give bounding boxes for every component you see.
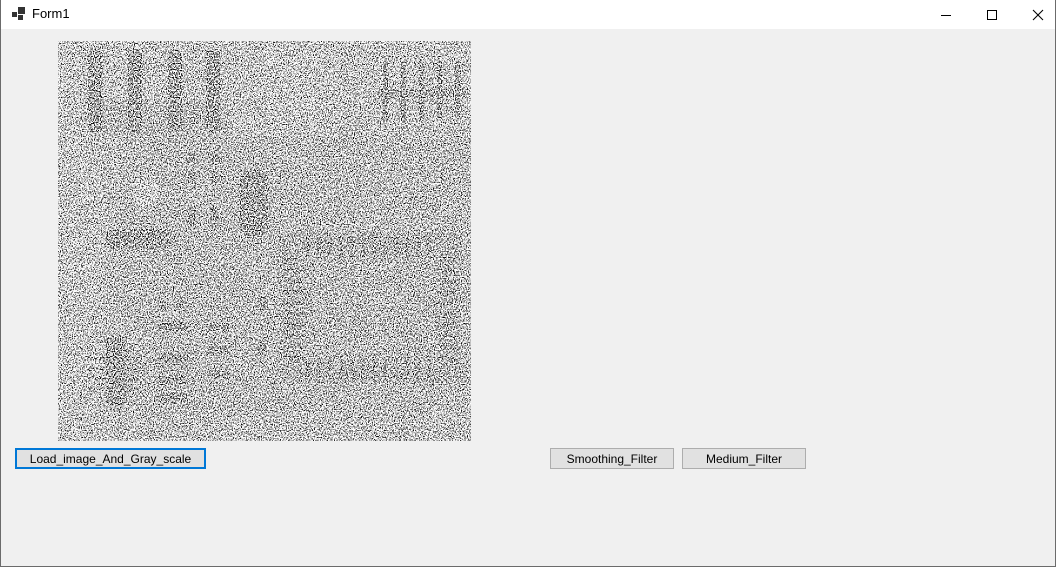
maximize-icon (987, 9, 997, 20)
title-bar[interactable]: Form1 (1, 0, 1055, 29)
noisy-grayscale-circuit-board-image (58, 41, 471, 441)
minimize-button[interactable] (923, 0, 969, 29)
medium-filter-button[interactable]: Medium_Filter (682, 448, 806, 469)
app-icon (12, 7, 26, 21)
load-image-gray-scale-button[interactable]: Load_image_And_Gray_scale (15, 448, 206, 469)
main-window: Form1 Load_image_And_Gray_scale Smoothin… (0, 0, 1056, 567)
window-title: Form1 (32, 6, 70, 21)
smoothing-filter-button[interactable]: Smoothing_Filter (550, 448, 674, 469)
maximize-button[interactable] (969, 0, 1015, 29)
minimize-icon (941, 14, 951, 16)
close-icon (1032, 9, 1044, 20)
form-client-area: Load_image_And_Gray_scale Smoothing_Filt… (1, 29, 1055, 566)
picture-box (58, 41, 471, 441)
close-button[interactable] (1015, 0, 1055, 29)
